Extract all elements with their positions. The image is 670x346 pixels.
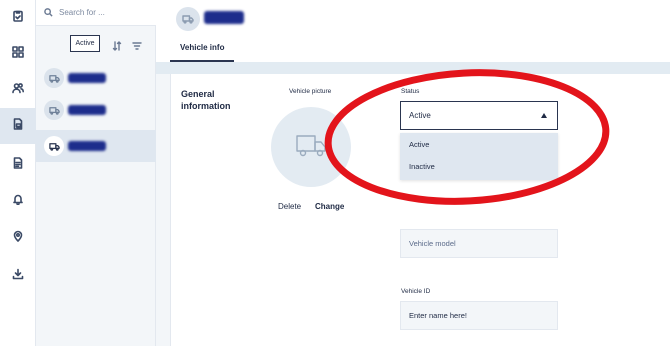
rail-item-documents[interactable] [0,147,36,183]
filter-bar: Active [36,26,156,62]
vehicle-name-redacted [68,141,106,151]
bell-icon [12,192,24,210]
vehicle-id-label: Vehicle ID [401,288,431,295]
truck-icon [44,68,64,88]
tab-vehicle-info[interactable]: Vehicle info [170,38,234,62]
rail-item-locations[interactable] [0,220,36,256]
status-label: Status [401,88,420,95]
rail-item-notifications[interactable] [0,183,36,219]
status-dropdown: Active Inactive [400,133,558,180]
delete-picture-button[interactable]: Delete [278,202,301,211]
rail-item-vehicles[interactable] [0,108,36,144]
truck-icon [176,7,200,31]
location-pin-icon [12,229,24,247]
caret-up-icon [541,113,547,118]
search-icon [44,4,53,22]
vehicle-title-redacted [204,11,244,24]
icon-rail [0,0,36,346]
search-input[interactable] [59,8,149,17]
vehicle-detail: Vehicle info General information Vehicle… [156,0,670,346]
truck-icon [294,128,328,167]
vehicle-list-item[interactable] [36,94,156,126]
rail-item-download[interactable] [0,258,36,294]
vehicle-picture[interactable] [271,107,351,187]
vehicle-name-redacted [68,105,106,115]
vehicle-id-field[interactable] [400,301,558,330]
change-picture-button[interactable]: Change [315,202,344,211]
status-option-inactive[interactable]: Inactive [400,155,558,177]
vehicle-list-panel: Active [36,0,156,346]
users-icon [12,81,24,99]
rail-item-dashboard[interactable] [0,36,36,72]
rail-item-users[interactable] [0,72,36,108]
vehicle-name-redacted [68,73,106,83]
tab-divider [156,62,670,74]
clipboard-check-icon [12,9,24,27]
vehicle-picture-label: Vehicle picture [289,88,332,95]
status-selected-value: Active [409,111,431,120]
status-option-active[interactable]: Active [400,133,558,155]
document-icon [12,156,24,174]
download-icon [12,267,24,285]
general-information-section: General information Vehicle picture Dele… [170,74,670,346]
section-title: General information [181,89,231,111]
content-gutter [156,74,170,346]
active-filter-chip[interactable]: Active [70,35,100,52]
sort-icon[interactable] [112,38,122,51]
rail-item-tasks[interactable] [0,0,36,36]
search-bar [36,0,156,26]
vehicle-model-field[interactable] [400,229,558,258]
status-select[interactable]: Active [400,101,558,130]
dashboard-grid-icon [12,45,24,63]
vehicle-list-item[interactable] [36,62,156,94]
truck-icon [44,136,64,156]
vehicle-document-icon [12,117,24,135]
truck-icon [44,100,64,120]
filter-icon[interactable] [132,38,142,50]
vehicle-list-item-selected[interactable] [36,130,156,162]
